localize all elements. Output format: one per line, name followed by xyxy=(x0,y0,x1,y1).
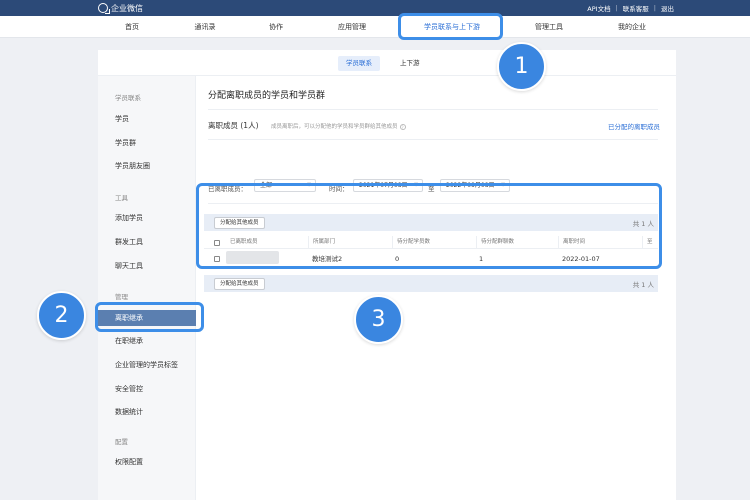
sidebar-group-title: 学员联系 xyxy=(115,94,141,102)
nav-home[interactable]: 首页 xyxy=(112,16,152,38)
nav-highlight-box xyxy=(398,13,503,40)
total-count: 共 1 人 xyxy=(632,281,654,289)
assigned-members-link[interactable]: 已分配的离职成员 xyxy=(608,121,660,131)
logout-link[interactable]: 退出 xyxy=(661,3,674,13)
nav-my-company[interactable]: 我的企业 xyxy=(608,16,656,38)
sidebar-group-title: 工具 xyxy=(115,194,128,202)
sidebar-group-title: 配置 xyxy=(115,438,128,446)
sidebar-item-student-tags[interactable]: 企业管理的学员标签 xyxy=(98,357,196,373)
api-docs-link[interactable]: API文档 xyxy=(587,3,610,13)
sidebar-group-title: 管理 xyxy=(115,293,128,301)
sidebar-item-statistics[interactable]: 数据统计 xyxy=(98,404,196,420)
contact-support-link[interactable]: 联系客服 xyxy=(623,3,649,13)
step-badge-2: 2 xyxy=(37,291,86,340)
app-logo[interactable]: 企业微信 xyxy=(98,3,143,14)
top-links: API文档 | 联系客服 | 退出 xyxy=(587,3,740,13)
divider xyxy=(208,109,658,110)
nav-contacts[interactable]: 通讯录 xyxy=(183,16,227,38)
resigned-count: 离职成员 (1人) xyxy=(208,121,259,130)
divider: | xyxy=(615,4,618,12)
tab-upstream-downstream[interactable]: 上下游 xyxy=(392,56,428,71)
hint-label: 成员离职后，可以分配他的学员和学员群给其他成员 xyxy=(271,124,398,130)
main-nav: 首页 通讯录 协作 应用管理 学员联系与上下游 管理工具 我的企业 xyxy=(0,16,750,38)
sidebar-item-mass-send[interactable]: 群发工具 xyxy=(98,234,196,250)
hint-text: 成员离职后，可以分配他的学员和学员群给其他成员? xyxy=(271,122,406,130)
page-title: 分配离职成员的学员和学员群 xyxy=(208,91,326,101)
sidebar-item-moments[interactable]: 学员朋友圈 xyxy=(98,158,196,174)
top-bar: 企业微信 API文档 | 联系客服 | 退出 xyxy=(0,0,750,16)
divider xyxy=(208,139,658,140)
sidebar-item-permissions[interactable]: 权限配置 xyxy=(98,454,196,470)
content-area: 分配离职成员的学员和学员群 离职成员 (1人) 成员离职后，可以分配他的学员和学… xyxy=(196,76,676,500)
sidebar-item-chat-tools[interactable]: 聊天工具 xyxy=(98,258,196,274)
sidebar-item-students[interactable]: 学员 xyxy=(98,111,196,127)
sidebar-item-active-inheritance[interactable]: 在职继承 xyxy=(98,333,196,349)
wecom-logo-icon xyxy=(98,3,110,14)
step-badge-1: 1 xyxy=(497,42,546,91)
sidebar-item-add-student[interactable]: 添加学员 xyxy=(98,210,196,226)
assign-to-others-button[interactable]: 分配给其他成员 xyxy=(214,278,265,290)
help-icon[interactable]: ? xyxy=(399,123,406,130)
sidebar-highlight-box xyxy=(95,302,204,332)
divider: | xyxy=(653,4,656,12)
nav-collaboration[interactable]: 协作 xyxy=(256,16,296,38)
nav-app-management[interactable]: 应用管理 xyxy=(328,16,376,38)
sidebar: 学员联系 学员 学员群 学员朋友圈 工具 添加学员 群发工具 聊天工具 管理 离… xyxy=(98,76,196,500)
table-toolbar-bottom: 分配给其他成员 共 1 人 xyxy=(204,275,658,292)
nav-admin-tools[interactable]: 管理工具 xyxy=(527,16,571,38)
sidebar-item-security[interactable]: 安全管控 xyxy=(98,381,196,397)
sidebar-item-student-groups[interactable]: 学员群 xyxy=(98,135,196,151)
table-highlight-box xyxy=(196,183,662,269)
tab-student-contact[interactable]: 学员联系 xyxy=(338,56,380,71)
step-badge-3: 3 xyxy=(354,295,403,344)
app-name: 企业微信 xyxy=(111,3,143,13)
main-card: 学员联系 上下游 学员联系 学员 学员群 学员朋友圈 工具 添加学员 群发工具 … xyxy=(98,50,676,500)
sub-tabs: 学员联系 上下游 xyxy=(98,50,676,76)
